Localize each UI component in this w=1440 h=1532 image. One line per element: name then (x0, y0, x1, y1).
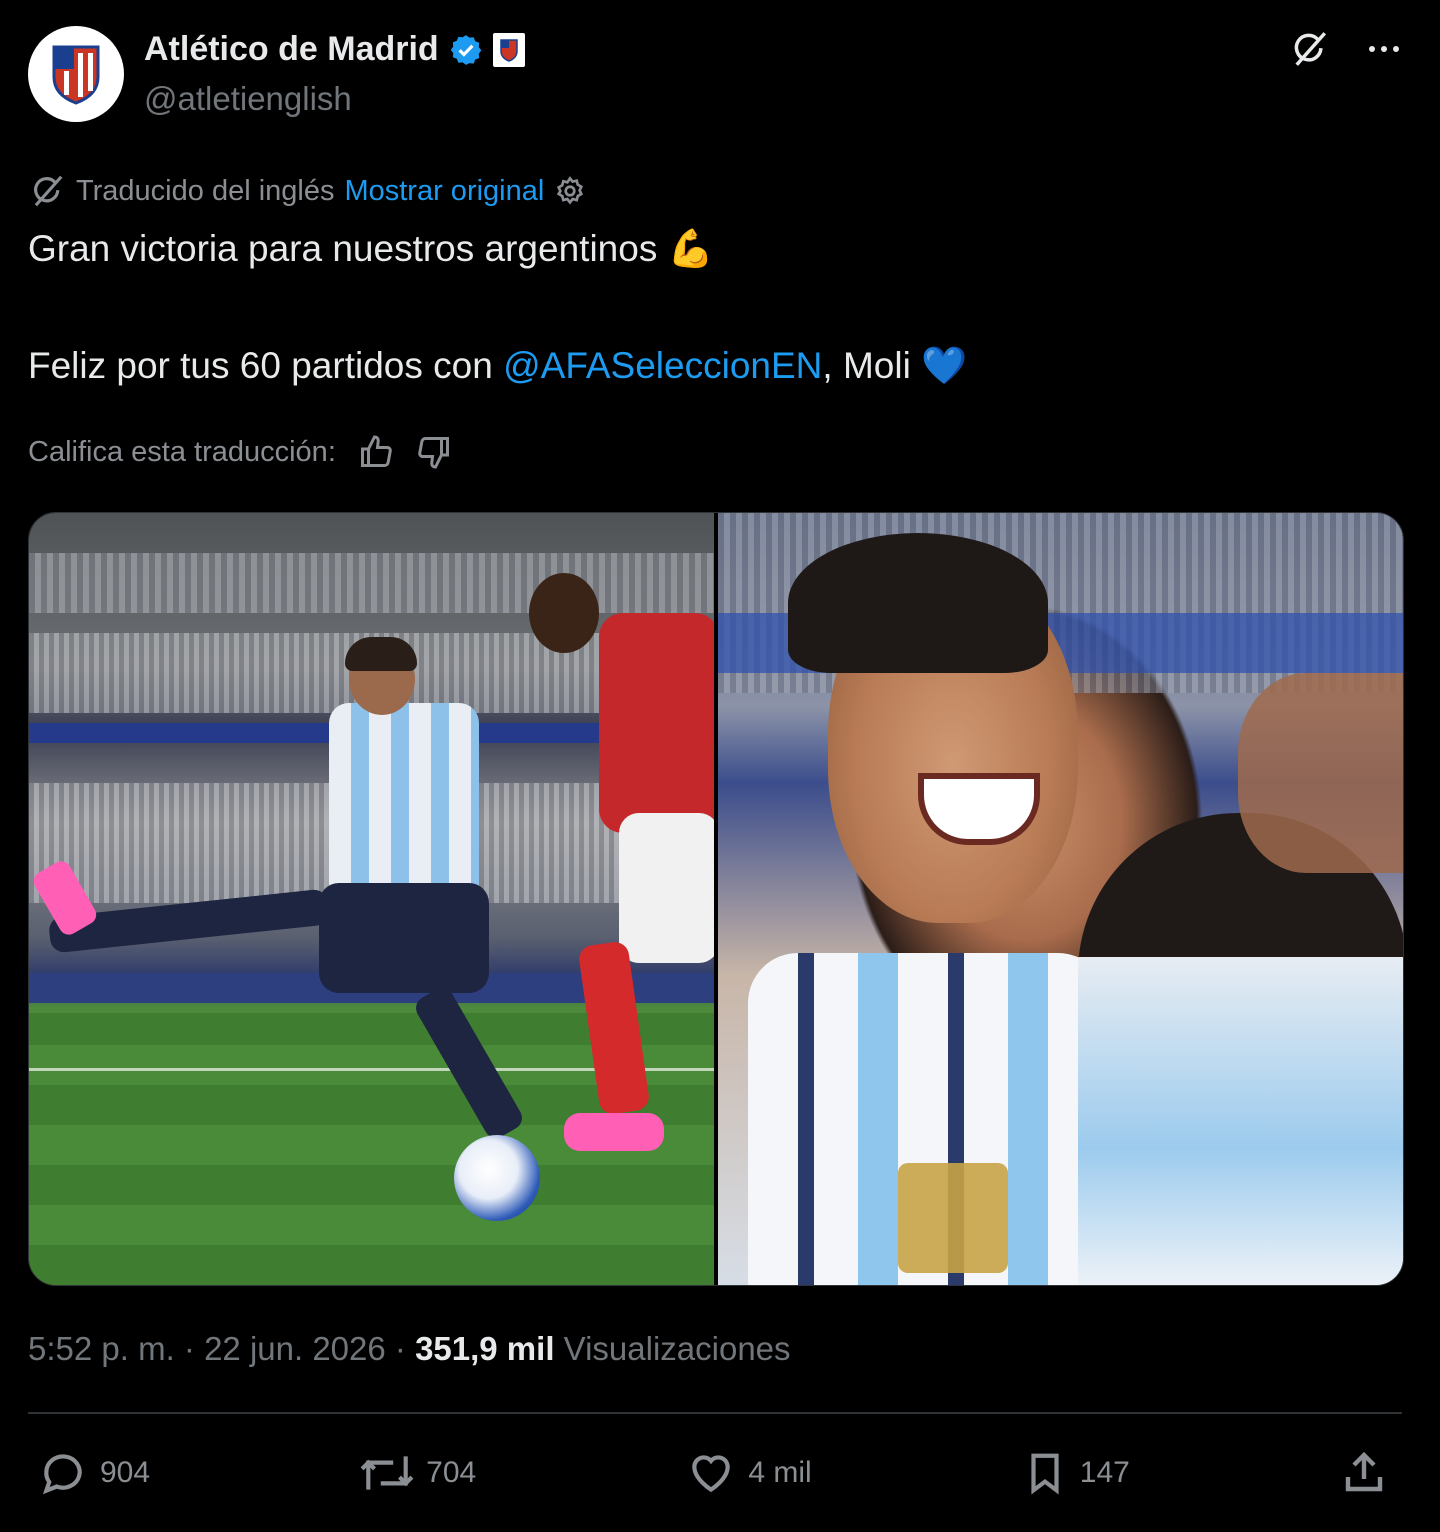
media-grid (28, 512, 1404, 1286)
grok-translate-icon (28, 172, 66, 210)
tweet-text-line-1: Gran victoria para nuestros argentinos 💪 (28, 228, 714, 271)
handle[interactable]: @atletienglish (144, 80, 352, 118)
thumbs-down-icon[interactable] (416, 434, 452, 470)
tweet-text-2-suffix: , Moli (822, 345, 911, 386)
bookmark-icon (1031, 1453, 1059, 1495)
repost-button[interactable]: 704 (360, 1448, 476, 1498)
like-count: 4 mil (748, 1456, 812, 1489)
share-icon (1345, 1451, 1383, 1492)
show-original-link[interactable]: Mostrar original (344, 175, 544, 208)
club-affiliate-badge-icon[interactable] (492, 32, 525, 67)
views-count: 351,9 mil (415, 1330, 555, 1367)
display-name[interactable]: Atlético de Madrid (144, 30, 439, 69)
verified-badge-icon (450, 34, 482, 65)
heart-icon (692, 1455, 731, 1493)
like-button[interactable]: 4 mil (686, 1448, 812, 1498)
atletico-crest-icon (52, 45, 100, 105)
grok-icon[interactable] (1288, 28, 1330, 70)
timestamp[interactable]: 5:52 p. m. · 22 jun. 2026 · (28, 1330, 415, 1367)
tweet-text-2-prefix: Feliz por tus 60 partidos con (28, 345, 504, 386)
reply-icon (42, 1454, 82, 1495)
rate-translation: Califica esta traducción: (28, 434, 452, 470)
bookmark-button[interactable]: 147 (1022, 1448, 1130, 1498)
tweet-text-1: Gran victoria para nuestros argentinos (28, 228, 658, 269)
tweet-text-line-2: Feliz por tus 60 partidos con @AFASelecc… (28, 345, 967, 388)
avatar[interactable] (28, 26, 124, 122)
action-bar: 904 704 4 mil 147 (38, 1448, 1388, 1498)
translation-settings-icon[interactable] (554, 175, 586, 207)
repost-icon (360, 1456, 414, 1490)
repost-count: 704 (426, 1456, 477, 1489)
photo-2[interactable] (718, 513, 1403, 1285)
flexed-biceps-emoji: 💪 (667, 228, 714, 269)
display-name-row[interactable]: Atlético de Madrid (144, 30, 525, 69)
translation-bar: Traducido del inglés Mostrar original (28, 172, 586, 210)
tweet-meta: 5:52 p. m. · 22 jun. 2026 · 351,9 mil Vi… (28, 1330, 791, 1368)
photo-1[interactable] (29, 513, 714, 1285)
share-button[interactable] (1340, 1448, 1388, 1498)
reply-count: 904 (100, 1456, 151, 1489)
translation-label: Traducido del inglés (76, 174, 335, 207)
views-label: Visualizaciones (554, 1330, 791, 1367)
more-options-icon[interactable] (1366, 31, 1402, 67)
blue-heart-emoji: 💙 (921, 345, 968, 386)
thumbs-up-icon[interactable] (358, 434, 394, 470)
bookmark-count: 147 (1079, 1456, 1130, 1489)
reply-button[interactable]: 904 (38, 1448, 150, 1498)
rate-label: Califica esta traducción: (28, 435, 336, 468)
divider (28, 1412, 1402, 1414)
mention-link[interactable]: @AFASeleccionEN (503, 345, 822, 386)
